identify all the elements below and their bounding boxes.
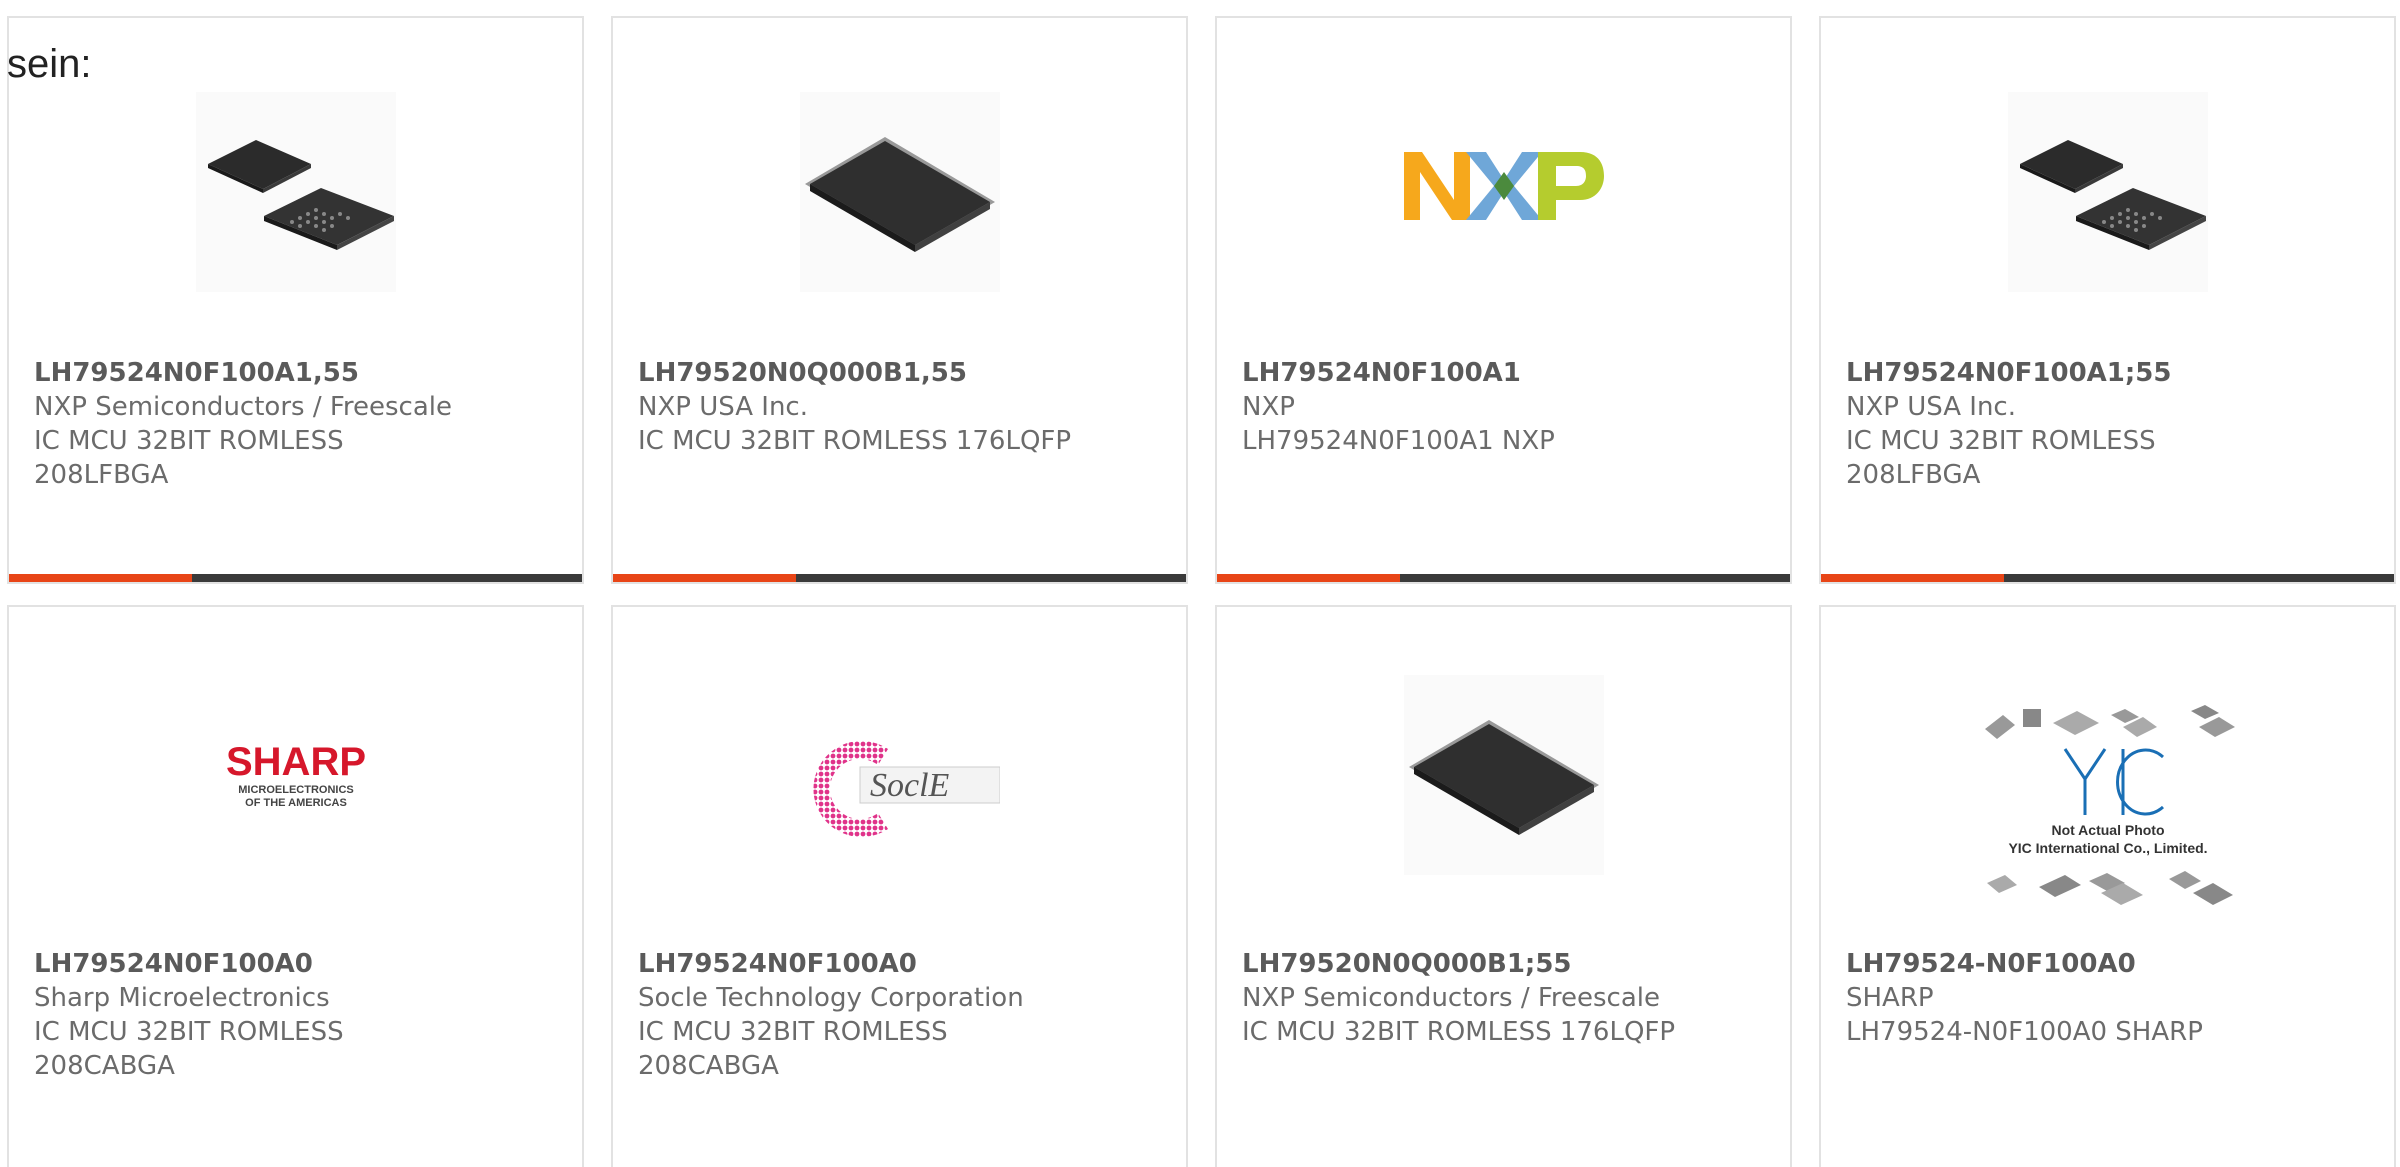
description-line: 208LFBGA	[34, 460, 169, 490]
description-line: IC MCU 32BIT ROMLESS	[34, 426, 344, 456]
card-footer-bar	[1217, 574, 1790, 582]
part-number-link[interactable]: LH79524N0F100A1,55	[34, 356, 562, 390]
card-footer-bar	[613, 574, 1186, 582]
description-line: IC MCU 32BIT ROMLESS	[1846, 426, 2156, 456]
product-image-lqfp-chip[interactable]	[799, 92, 1000, 292]
product-image-yic-placeholder[interactable]: Not Actual Photo YIC International Co., …	[1972, 687, 2243, 937]
product-card[interactable]: SHARP MICROELECTRONICS OF THE AMERICAS L…	[7, 605, 584, 1167]
socle-logo-icon: SoclE	[799, 675, 1000, 875]
product-card[interactable]: LH79524N0F100A1;55 NXP USA Inc. IC MCU 3…	[1819, 16, 2396, 584]
part-number-link[interactable]: LH79524N0F100A1	[1242, 356, 1770, 390]
description-line: 208CABGA	[34, 1051, 175, 1081]
svg-text:SoclE: SoclE	[870, 767, 950, 804]
description-line: IC MCU 32BIT ROMLESS 176LQFP	[638, 426, 1072, 456]
product-image-bga-chip-pair[interactable]	[195, 92, 396, 292]
manufacturer: NXP	[1242, 392, 1295, 422]
manufacturer: NXP Semiconductors / Freescale	[34, 392, 453, 422]
product-image-sharp-logo[interactable]: SHARP MICROELECTRONICS OF THE AMERICAS	[195, 675, 396, 875]
product-card[interactable]: LH79524N0F100A1 NXP LH79524N0F100A1 NXP	[1215, 16, 1792, 584]
svg-text:YIC International Co., Limited: YIC International Co., Limited.	[2008, 840, 2207, 856]
manufacturer: NXP Semiconductors / Freescale	[1242, 983, 1661, 1013]
manufacturer: Sharp Microelectronics	[34, 983, 330, 1013]
description-line: IC MCU 32BIT ROMLESS 176LQFP	[1242, 1017, 1676, 1047]
svg-text:OF THE AMERICAS: OF THE AMERICAS	[245, 797, 347, 809]
manufacturer: SHARP	[1846, 983, 1934, 1013]
part-number-link[interactable]: LH79524N0F100A0	[638, 947, 1166, 981]
lqfp-chip-icon	[1403, 675, 1604, 875]
product-image-socle-logo[interactable]: SoclE	[799, 675, 1000, 875]
sharp-logo-icon: SHARP MICROELECTRONICS OF THE AMERICAS	[195, 675, 396, 875]
part-number-link[interactable]: LH79520N0Q000B1;55	[1242, 947, 1770, 981]
part-number-link[interactable]: LH79520N0Q000B1,55	[638, 356, 1166, 390]
product-image-nxp-logo[interactable]	[1403, 92, 1604, 292]
part-number-link[interactable]: LH79524-N0F100A0	[1846, 947, 2374, 981]
card-accent-bar	[9, 574, 192, 582]
manufacturer: NXP USA Inc.	[1846, 392, 2016, 422]
nxp-logo-icon	[1403, 92, 1604, 292]
product-card[interactable]: LH79524N0F100A1,55 NXP Semiconductors / …	[7, 16, 584, 584]
product-card[interactable]: LH79520N0Q000B1,55 NXP USA Inc. IC MCU 3…	[611, 16, 1188, 584]
product-card[interactable]: SoclE LH79524N0F100A0 Socle Technology C…	[611, 605, 1188, 1167]
part-number-link[interactable]: LH79524N0F100A0	[34, 947, 562, 981]
svg-text:Not Actual Photo: Not Actual Photo	[2051, 822, 2164, 838]
card-accent-bar	[1821, 574, 2004, 582]
lqfp-chip-icon	[799, 92, 1000, 292]
description-line: 208LFBGA	[1846, 460, 1981, 490]
intro-text: sein:	[7, 42, 92, 86]
product-image-bga-chip-pair[interactable]	[2007, 92, 2208, 292]
bga-chip-icon	[2007, 92, 2208, 292]
manufacturer: Socle Technology Corporation	[638, 983, 1024, 1013]
bga-chip-icon	[195, 92, 396, 292]
svg-text:MICROELECTRONICS: MICROELECTRONICS	[238, 784, 354, 796]
manufacturer: NXP USA Inc.	[638, 392, 808, 422]
card-footer-bar	[9, 574, 582, 582]
part-number-link[interactable]: LH79524N0F100A1;55	[1846, 356, 2374, 390]
card-accent-bar	[1217, 574, 1400, 582]
svg-text:SHARP: SHARP	[225, 740, 365, 784]
product-card[interactable]: LH79520N0Q000B1;55 NXP Semiconductors / …	[1215, 605, 1792, 1167]
description-line: IC MCU 32BIT ROMLESS	[34, 1017, 344, 1047]
product-image-lqfp-chip[interactable]	[1403, 675, 1604, 875]
card-accent-bar	[613, 574, 796, 582]
product-card[interactable]: Not Actual Photo YIC International Co., …	[1819, 605, 2396, 1167]
description-line: LH79524N0F100A1 NXP	[1242, 426, 1555, 456]
description-line: IC MCU 32BIT ROMLESS	[638, 1017, 948, 1047]
description-line: LH79524-N0F100A0 SHARP	[1846, 1017, 2203, 1047]
description-line: 208CABGA	[638, 1051, 779, 1081]
yic-placeholder-icon: Not Actual Photo YIC International Co., …	[1972, 687, 2243, 937]
card-footer-bar	[1821, 574, 2394, 582]
